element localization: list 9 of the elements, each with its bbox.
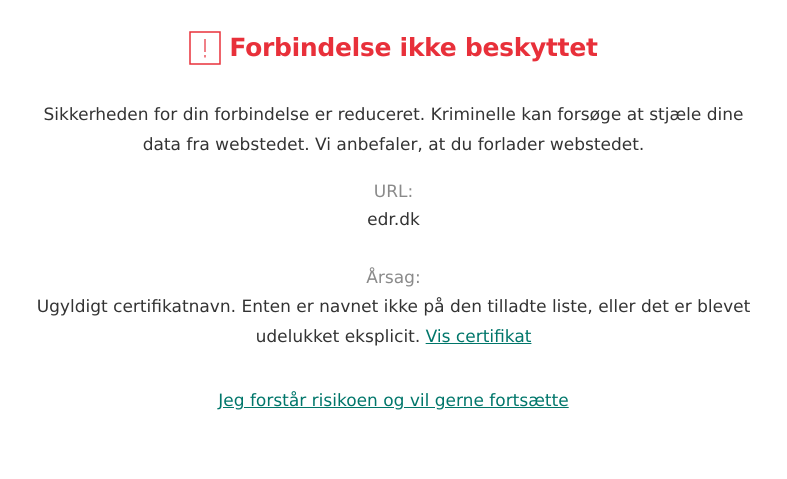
view-certificate-link[interactable]: Vis certifikat <box>426 327 532 347</box>
url-value: edr.dk <box>367 209 420 232</box>
reason-text: Ugyldigt certifikatnavn. Enten er navnet ikke på den tilladte liste, eller det er blevet udelukket eksplicit. Vis certifikat <box>36 296 752 349</box>
continue-link[interactable]: Jeg forstår risikoen og vil gerne fortsætte <box>218 386 569 416</box>
url-label: URL: <box>374 181 414 204</box>
reason-label: Årsag: <box>366 266 421 290</box>
warning-icon <box>189 31 222 65</box>
warning-message: Sikkerheden for din forbindelse er reduceret. Kriminelle kan forsøge at stjæle dine data fra webstedet. Vi anbefaler, at du forlader webstedet. <box>42 104 744 157</box>
page-title: Forbindelse ikke beskyttet <box>229 32 598 64</box>
